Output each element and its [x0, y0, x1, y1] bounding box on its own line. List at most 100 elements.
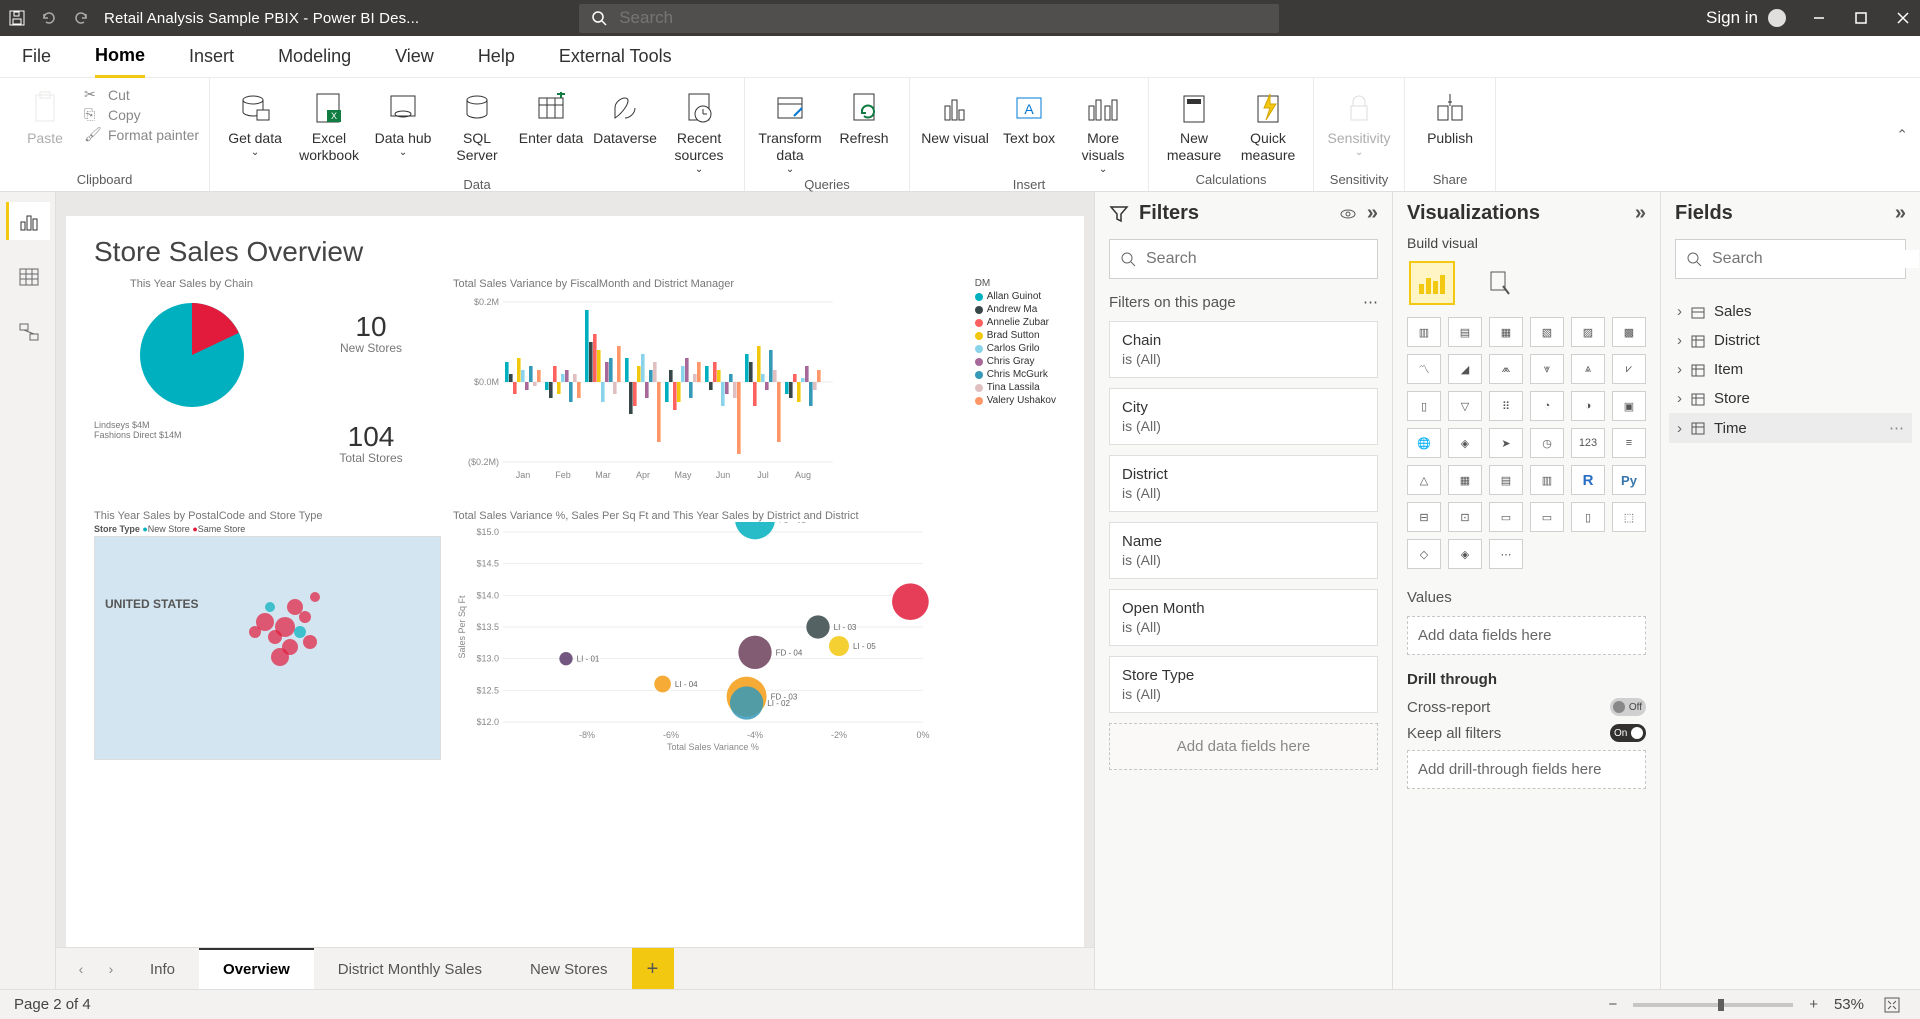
viz-type-24[interactable]: △: [1407, 465, 1441, 495]
viz-type-30[interactable]: ⊟: [1407, 502, 1441, 532]
data-view-button[interactable]: [6, 258, 50, 296]
viz-type-33[interactable]: ▭: [1530, 502, 1564, 532]
page-tab-info[interactable]: Info: [126, 948, 199, 989]
filters-search-input[interactable]: [1146, 250, 1367, 268]
save-icon[interactable]: [8, 9, 26, 27]
field-table-item[interactable]: ›Item: [1669, 355, 1912, 384]
global-search-input[interactable]: [619, 8, 1279, 28]
filter-card-store-type[interactable]: Store Typeis (All): [1109, 656, 1378, 713]
variance-bar-chart[interactable]: Total Sales Variance by FiscalMonth and …: [453, 278, 1056, 498]
viz-type-20[interactable]: ➤: [1489, 428, 1523, 458]
viz-type-17[interactable]: ▣: [1612, 391, 1646, 421]
redo-icon[interactable]: [72, 9, 90, 27]
filter-card-district[interactable]: Districtis (All): [1109, 455, 1378, 512]
viz-type-13[interactable]: ▽: [1448, 391, 1482, 421]
menu-view[interactable]: View: [395, 36, 434, 78]
viz-type-32[interactable]: ▭: [1489, 502, 1523, 532]
format-visual-mode[interactable]: [1477, 263, 1519, 303]
enter-data-button[interactable]: Enter data: [516, 84, 586, 147]
report-page[interactable]: Store Sales Overview This Year Sales by …: [66, 216, 1084, 947]
viz-type-25[interactable]: ▦: [1448, 465, 1482, 495]
more-icon[interactable]: ⋯: [1889, 419, 1904, 437]
pie-chart[interactable]: This Year Sales by Chain Lindseys $4M Fa…: [94, 278, 289, 498]
close-button[interactable]: [1894, 9, 1912, 27]
zoom-in-button[interactable]: +: [1803, 996, 1824, 1013]
viz-type-38[interactable]: ⋯: [1489, 539, 1523, 569]
filter-card-chain[interactable]: Chainis (All): [1109, 321, 1378, 378]
filters-search[interactable]: [1109, 239, 1378, 279]
viz-type-4[interactable]: ▨: [1571, 317, 1605, 347]
add-page-button[interactable]: +: [632, 948, 674, 989]
text-box-button[interactable]: AText box: [994, 84, 1064, 147]
viz-type-7[interactable]: ◢: [1448, 354, 1482, 384]
viz-type-23[interactable]: ≡: [1612, 428, 1646, 458]
menu-file[interactable]: File: [22, 36, 51, 78]
menu-help[interactable]: Help: [478, 36, 515, 78]
filter-card-open-month[interactable]: Open Monthis (All): [1109, 589, 1378, 646]
scatter-chart[interactable]: Total Sales Variance %, Sales Per Sq Ft …: [453, 510, 1056, 760]
menu-external-tools[interactable]: External Tools: [559, 36, 672, 78]
viz-type-8[interactable]: ⩕: [1489, 354, 1523, 384]
quick-measure-button[interactable]: Quick measure: [1233, 84, 1303, 164]
viz-type-1[interactable]: ▤: [1448, 317, 1482, 347]
viz-type-27[interactable]: ▥: [1530, 465, 1564, 495]
collapse-icon[interactable]: »: [1367, 202, 1378, 225]
viz-type-21[interactable]: ◷: [1530, 428, 1564, 458]
zoom-out-button[interactable]: −: [1602, 996, 1623, 1013]
viz-type-11[interactable]: ⩗: [1612, 354, 1646, 384]
values-drop-zone[interactable]: Add data fields here: [1407, 616, 1646, 655]
page-tab-district[interactable]: District Monthly Sales: [314, 948, 506, 989]
map-visual[interactable]: This Year Sales by PostalCode and Store …: [94, 510, 441, 760]
field-table-store[interactable]: ›Store: [1669, 384, 1912, 413]
eye-icon[interactable]: [1339, 205, 1357, 223]
viz-type-12[interactable]: ▯: [1407, 391, 1441, 421]
more-icon[interactable]: ⋯: [1363, 293, 1378, 311]
global-search[interactable]: [579, 4, 1279, 33]
more-visuals-button[interactable]: More visuals⌄: [1068, 84, 1138, 175]
dataverse-button[interactable]: Dataverse: [590, 84, 660, 147]
ribbon-collapse-icon[interactable]: ⌃: [1896, 126, 1908, 143]
viz-type-31[interactable]: ⊡: [1448, 502, 1482, 532]
field-table-sales[interactable]: ›Sales: [1669, 297, 1912, 326]
viz-type-2[interactable]: ▦: [1489, 317, 1523, 347]
report-view-button[interactable]: [6, 202, 50, 240]
viz-type-5[interactable]: ▩: [1612, 317, 1646, 347]
new-visual-button[interactable]: New visual: [920, 84, 990, 147]
model-view-button[interactable]: [6, 314, 50, 352]
minimize-button[interactable]: [1810, 9, 1828, 27]
keep-filters-toggle[interactable]: On: [1610, 724, 1646, 742]
viz-type-36[interactable]: ◇: [1407, 539, 1441, 569]
field-table-district[interactable]: ›District: [1669, 326, 1912, 355]
fields-search-input[interactable]: [1712, 250, 1919, 268]
viz-type-18[interactable]: 🌐: [1407, 428, 1441, 458]
menu-modeling[interactable]: Modeling: [278, 36, 351, 78]
field-table-time[interactable]: ›Time⋯: [1669, 413, 1912, 443]
viz-type-29[interactable]: Py: [1612, 465, 1646, 495]
viz-type-26[interactable]: ▤: [1489, 465, 1523, 495]
publish-button[interactable]: Publish: [1415, 84, 1485, 147]
sign-in-button[interactable]: Sign in: [1706, 8, 1786, 28]
filter-card-city[interactable]: Cityis (All): [1109, 388, 1378, 445]
viz-type-9[interactable]: ⩔: [1530, 354, 1564, 384]
fit-to-page-button[interactable]: [1878, 997, 1906, 1013]
viz-type-34[interactable]: ▯: [1571, 502, 1605, 532]
viz-type-16[interactable]: ◑: [1571, 391, 1605, 421]
data-hub-button[interactable]: Data hub⌄: [368, 84, 438, 158]
viz-type-14[interactable]: ⠿: [1489, 391, 1523, 421]
menu-home[interactable]: Home: [95, 36, 145, 78]
undo-icon[interactable]: [40, 9, 58, 27]
viz-type-0[interactable]: ▥: [1407, 317, 1441, 347]
viz-type-37[interactable]: ◈: [1448, 539, 1482, 569]
transform-data-button[interactable]: Transform data⌄: [755, 84, 825, 175]
fields-search[interactable]: [1675, 239, 1906, 279]
viz-type-6[interactable]: 〽: [1407, 354, 1441, 384]
filters-drop-zone[interactable]: Add data fields here: [1109, 723, 1378, 770]
viz-type-19[interactable]: ◈: [1448, 428, 1482, 458]
refresh-button[interactable]: Refresh: [829, 84, 899, 147]
viz-type-15[interactable]: ◔: [1530, 391, 1564, 421]
zoom-slider[interactable]: [1633, 1003, 1793, 1007]
card-visuals[interactable]: 10 New Stores 104 Total Stores: [301, 278, 441, 498]
collapse-icon[interactable]: »: [1635, 202, 1646, 225]
page-tab-new-stores[interactable]: New Stores: [506, 948, 632, 989]
menu-insert[interactable]: Insert: [189, 36, 234, 78]
